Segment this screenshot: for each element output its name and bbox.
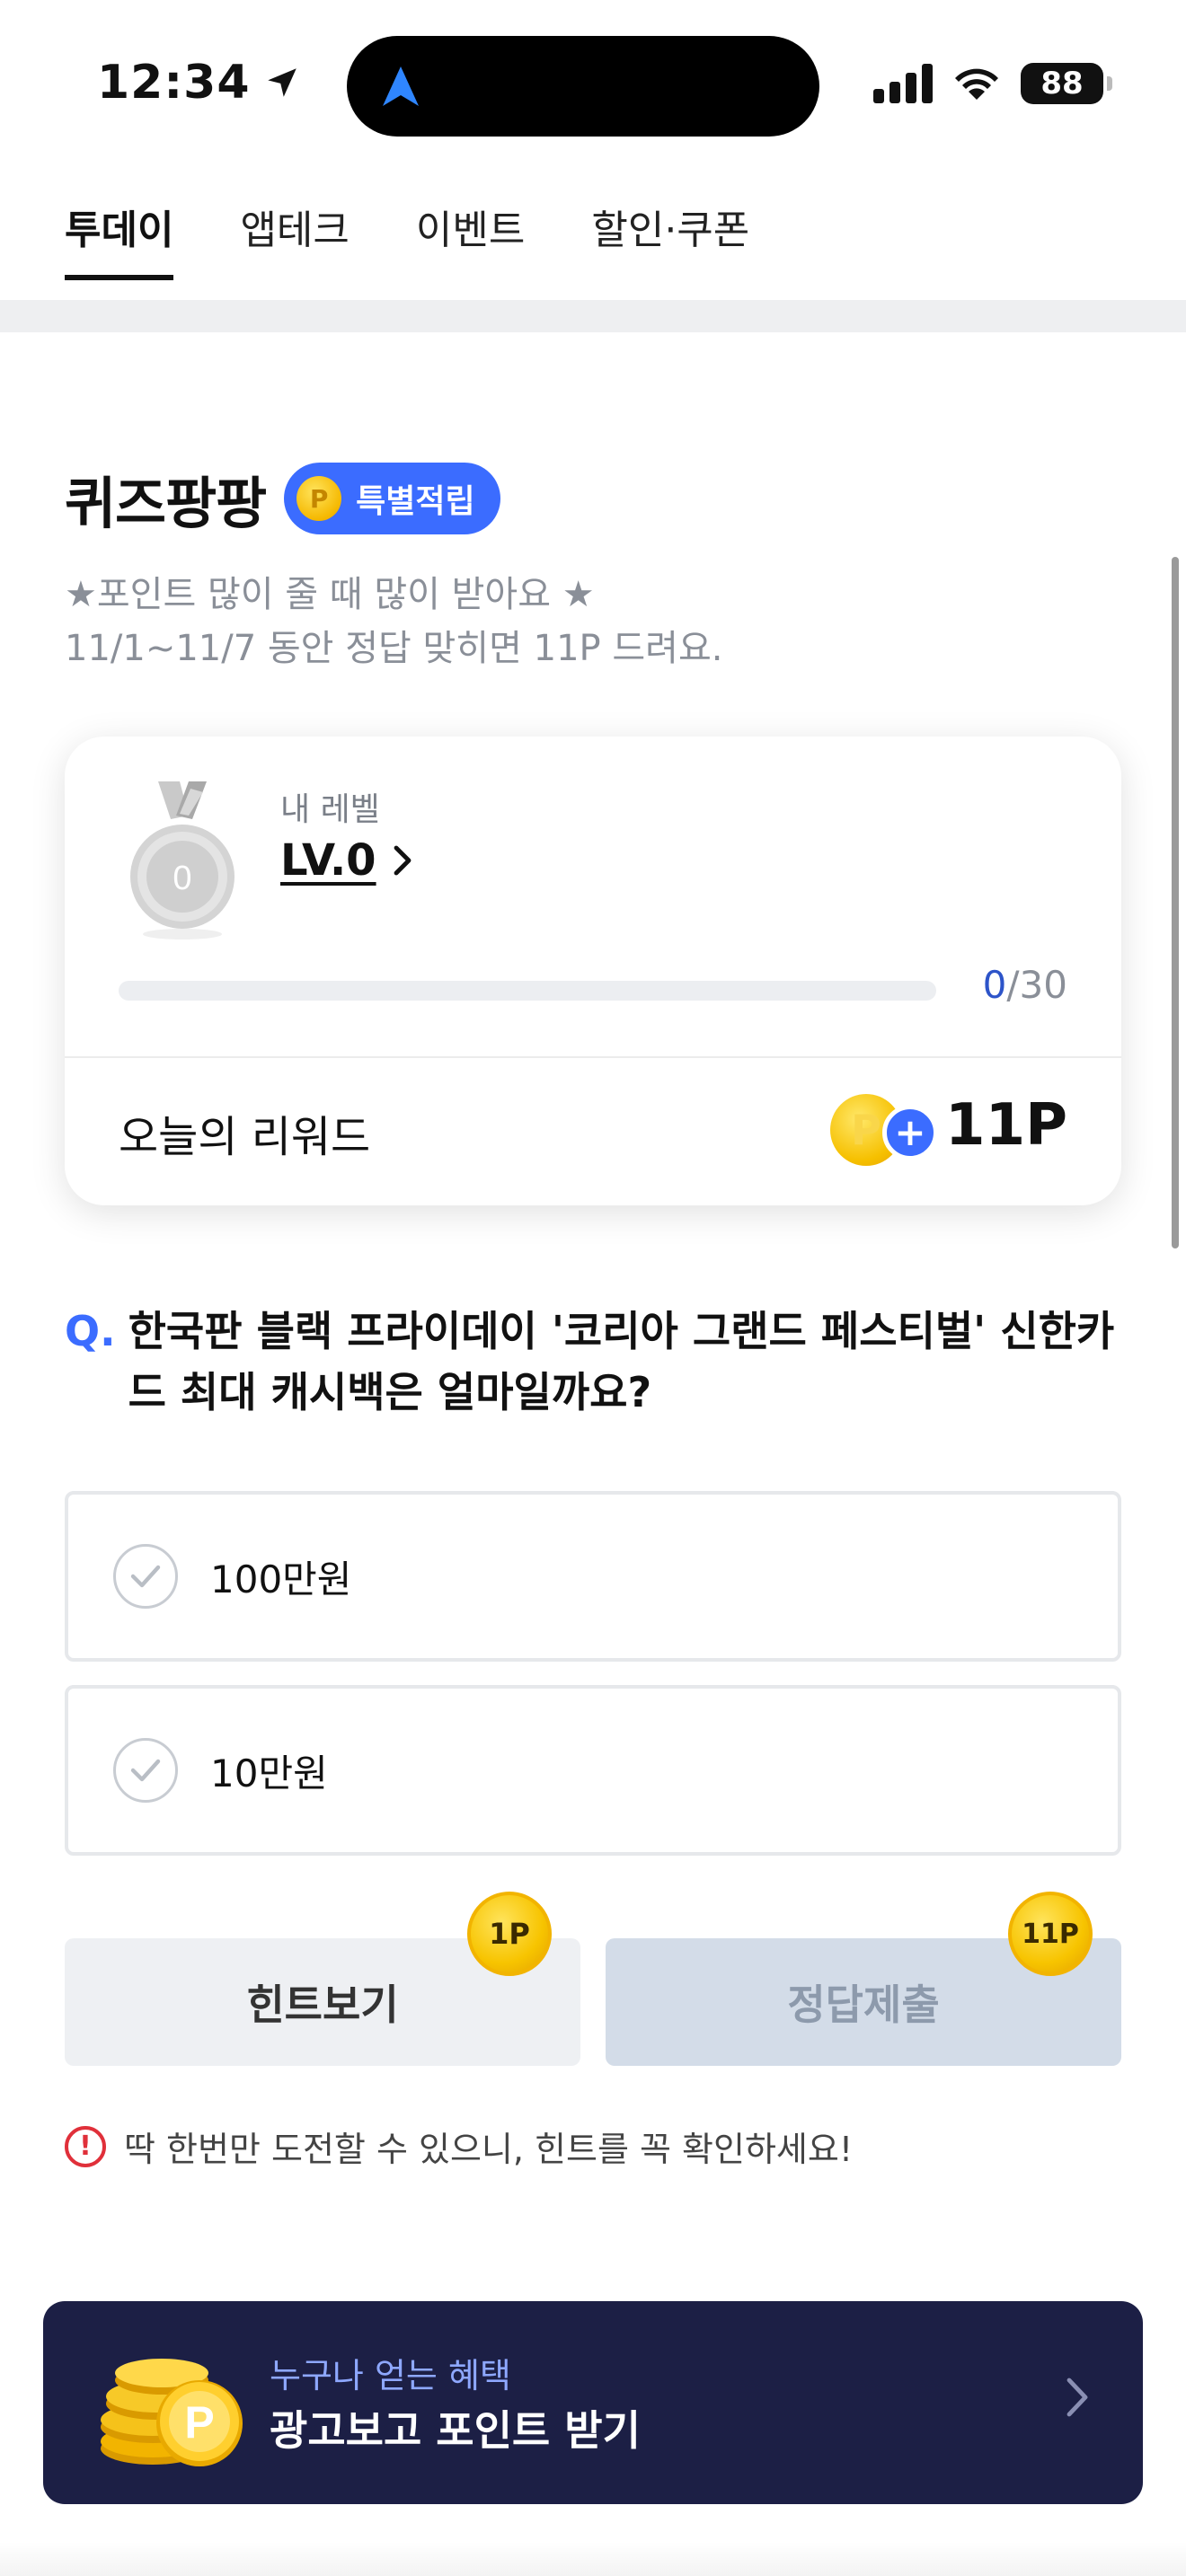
top-tabs: 투데이 앱테크 이벤트 할인·쿠폰 — [0, 180, 1186, 280]
level-link[interactable]: LV.0 — [280, 835, 412, 886]
ad-points-banner[interactable]: P 누구나 얻는 혜택 광고보고 포인트 받기 — [43, 2301, 1143, 2504]
scrollbar[interactable] — [1172, 557, 1179, 1248]
quiz-title: 퀴즈팡팡 — [65, 471, 267, 536]
answer-option[interactable]: 100만원 — [65, 1491, 1121, 1662]
notice: ! 딱 한번만 도전할 수 있으니, 힌트를 꼭 확인하세요! — [65, 2122, 853, 2171]
bottom-edge — [0, 2542, 1186, 2576]
progress-text: 0/30 — [983, 963, 1067, 1007]
tab-today[interactable]: 투데이 — [65, 180, 174, 280]
chevron-right-icon — [1067, 2378, 1088, 2417]
level-card: 0 내 레벨 LV.0 0/30 오늘의 리워드 P + 11P — [65, 737, 1121, 1205]
level-progress-bar — [119, 981, 936, 1001]
coin-stack-icon: P — [101, 2359, 243, 2466]
medal-number: 0 — [173, 860, 191, 897]
warning-icon: ! — [65, 2125, 106, 2167]
progress-current: 0 — [982, 963, 1007, 1007]
tab-event[interactable]: 이벤트 — [416, 180, 525, 280]
status-indicators: 88 — [873, 63, 1112, 104]
submit-label: 정답제출 — [787, 1981, 940, 2029]
quiz-question: Q. 한국판 블랙 프라이데이 '코리아 그랜드 페스티벌' 신한카드 최대 캐… — [65, 1301, 1125, 1423]
badge-label: 특별적립 — [356, 483, 475, 520]
chevron-right-icon — [394, 845, 411, 876]
battery-level: 88 — [1040, 66, 1084, 101]
option-label: 100만원 — [210, 1557, 352, 1601]
coin-icon: P — [296, 476, 342, 521]
card-divider — [65, 1056, 1121, 1058]
wifi-icon — [955, 68, 998, 100]
question-text: 한국판 블랙 프라이데이 '코리아 그랜드 페스티벌' 신한카드 최대 캐시백은… — [128, 1307, 1115, 1416]
quiz-description: ★포인트 많이 줄 때 많이 받아요 ★ 11/1~11/7 동안 정답 맞히면… — [65, 568, 722, 675]
tab-discount-coupon[interactable]: 할인·쿠폰 — [591, 180, 749, 280]
progress-total: /30 — [1006, 963, 1067, 1007]
ad-title: 광고보고 포인트 받기 — [270, 2406, 641, 2455]
status-time: 12:34 — [97, 56, 301, 110]
quiz-header: 퀴즈팡팡 P 특별적립 — [65, 458, 500, 539]
submit-answer-button[interactable]: 정답제출 11P — [606, 1892, 1121, 2066]
battery-icon: 88 — [1021, 63, 1112, 104]
tab-apptech[interactable]: 앱테크 — [240, 180, 349, 280]
desc-line-1: ★포인트 많이 줄 때 많이 받아요 ★ — [65, 574, 595, 615]
clock-text: 12:34 — [97, 56, 251, 110]
special-badge: P 특별적립 — [284, 463, 500, 534]
question-prefix: Q. — [65, 1307, 116, 1355]
status-bar: 12:34 88 — [0, 0, 1186, 162]
hint-cost-coin-icon: 1P — [467, 1892, 552, 1976]
section-divider — [0, 300, 1186, 332]
notice-text: 딱 한번만 도전할 수 있으니, 힌트를 꼭 확인하세요! — [124, 2130, 854, 2169]
answer-option[interactable]: 10만원 — [65, 1685, 1121, 1856]
coin-letter: P — [184, 2397, 214, 2448]
plus-icon: + — [882, 1105, 938, 1160]
location-arrow-icon — [267, 68, 296, 97]
reward-value: 11P — [945, 1092, 1067, 1159]
level-label: 내 레벨 — [280, 791, 380, 828]
option-label: 10만원 — [210, 1751, 328, 1795]
level-value: LV.0 — [280, 835, 376, 886]
check-icon — [113, 1544, 178, 1609]
navigation-arrow-icon — [383, 66, 419, 106]
ad-subtitle: 누구나 얻는 혜택 — [270, 2356, 511, 2395]
signal-icon — [873, 64, 933, 103]
check-icon — [113, 1738, 178, 1803]
hint-button[interactable]: 힌트보기 1P — [65, 1892, 580, 2066]
medal-icon: 0 — [130, 781, 235, 940]
desc-line-2: 11/1~11/7 동안 정답 맞히면 11P 드려요. — [65, 628, 723, 669]
submit-reward-coin-icon: 11P — [1008, 1892, 1093, 1976]
reward-label: 오늘의 리워드 — [119, 1112, 371, 1162]
dynamic-island — [347, 36, 819, 137]
hint-label: 힌트보기 — [246, 1981, 399, 2029]
